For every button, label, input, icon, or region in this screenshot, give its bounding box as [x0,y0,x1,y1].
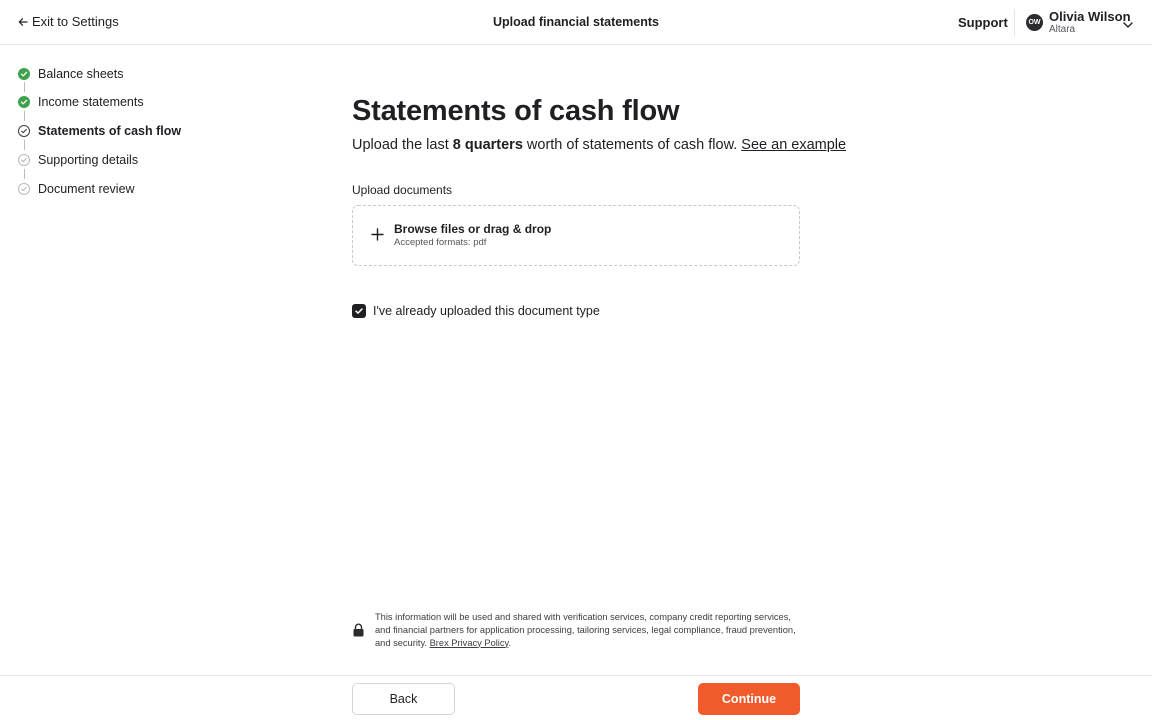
dropzone-title: Browse files or drag & drop [394,222,552,236]
check-circle-icon [18,125,30,137]
dropzone-formats: Accepted formats: pdf [394,237,487,248]
check-icon [18,96,30,108]
file-dropzone[interactable]: Browse files or drag & drop Accepted for… [352,205,800,266]
subtitle-highlight: 8 quarters [452,137,523,153]
step-connector [23,169,25,179]
footer-bar: Back Continue [0,675,1152,720]
top-bar: Exit to Settings Upload financial statem… [0,0,1152,45]
already-uploaded-checkbox[interactable] [352,304,366,318]
step-label: Income statements [38,95,144,109]
check-circle-icon [18,183,30,195]
user-name[interactable]: Olivia Wilson [1049,9,1131,24]
step-label: Supporting details [38,153,139,167]
privacy-policy-link[interactable]: Brex Privacy Policy [430,638,509,648]
back-button[interactable]: Back [352,683,455,715]
lock-icon [352,623,365,642]
subtitle-suffix: worth of statements of cash flow. [522,137,742,153]
disclosure-period: . [508,637,512,648]
page-subtitle: Upload the last 8 quarters worth of stat… [352,137,846,153]
step-connector [23,111,25,121]
step-connector [23,140,25,150]
support-button[interactable]: Support [958,15,1008,30]
disclosure-text: This information will be used and shared… [375,611,800,649]
subtitle-prefix: Upload the last [352,137,453,153]
upload-documents-label: Upload documents [352,183,453,197]
header-divider [1014,9,1015,36]
check-circle-icon [18,154,30,166]
step-connector [23,82,25,92]
check-icon [355,308,363,314]
page-title: Statements of cash flow [352,95,680,127]
checkbox-label: I've already uploaded this document type [373,304,600,318]
plus-icon [371,228,384,246]
avatar[interactable]: OW [1026,14,1043,31]
continue-button[interactable]: Continue [698,683,800,715]
already-uploaded-checkbox-row[interactable]: I've already uploaded this document type [352,304,600,318]
chevron-down-icon[interactable] [1122,17,1134,35]
step-label: Statements of cash flow [38,124,182,138]
step-label: Document review [38,182,135,196]
see-example-link[interactable]: See an example [741,137,846,153]
user-org: Altara [1049,24,1076,35]
step-label: Balance sheets [38,67,124,81]
check-icon [18,68,30,80]
